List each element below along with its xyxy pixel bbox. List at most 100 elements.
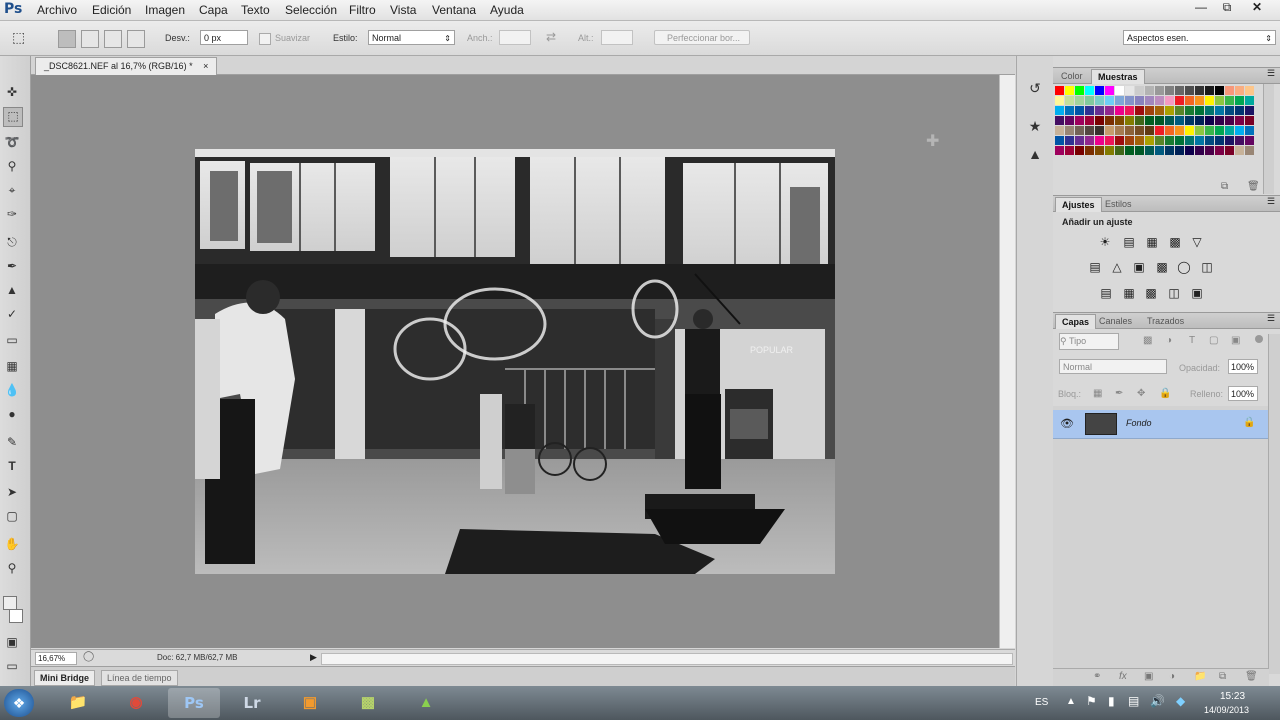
foreground-color-swatch[interactable] (9, 609, 23, 623)
vibrance-icon[interactable]: ▤ (1086, 259, 1104, 275)
vertical-scrollbar[interactable] (999, 75, 1015, 648)
add-mask-icon[interactable]: ▣ (1144, 671, 1153, 682)
app2-taskbar-icon[interactable]: ▲ (400, 688, 452, 718)
crop-tool-icon[interactable]: ⌖ (3, 181, 21, 199)
close-tab-icon[interactable]: × (203, 61, 208, 71)
menu-filtro[interactable]: Filtro (349, 3, 376, 17)
security-icon[interactable]: ◆ (1176, 694, 1185, 708)
language-indicator[interactable]: ES (1035, 697, 1048, 708)
menu-archivo[interactable]: Archivo (37, 3, 77, 17)
new-swatch-icon[interactable]: ⧉ (1221, 181, 1228, 192)
gradient-tool-icon[interactable]: ▦ (3, 357, 21, 375)
screen-mode-icon[interactable]: ▭ (3, 657, 21, 675)
eye-visibility-icon[interactable]: 👁 (1060, 417, 1074, 430)
fill-input[interactable]: 100% (1228, 386, 1258, 401)
tab-color[interactable]: Color (1055, 69, 1089, 83)
background-color-swatch[interactable] (3, 596, 17, 610)
eraser-icon[interactable]: ▭ (3, 331, 21, 349)
layer-name[interactable]: Fondo (1126, 418, 1152, 428)
lock-pixels-icon[interactable]: ✒ (1115, 388, 1123, 399)
document-tab[interactable]: _DSC8621.NEF al 16,7% (RGB/16) * × (35, 57, 218, 75)
channel-mixer-icon[interactable]: ◫ (1198, 259, 1216, 275)
intersect-selection-icon[interactable] (127, 30, 145, 48)
tab-styles[interactable]: Estilos (1099, 197, 1138, 211)
lock-transparent-icon[interactable]: ▦ (1093, 388, 1102, 399)
levels-icon[interactable]: ▤ (1120, 234, 1138, 250)
delete-layer-icon[interactable]: 🗑 (1245, 671, 1258, 682)
start-button-icon[interactable]: ❖ (4, 689, 34, 717)
lock-all-icon[interactable]: 🔒 (1159, 388, 1171, 399)
new-selection-icon[interactable] (58, 30, 76, 48)
path-selection-icon[interactable]: ➤ (3, 483, 21, 501)
swatches-grid[interactable] (1053, 84, 1269, 170)
filter-smart-object-icon[interactable]: ▣ (1231, 335, 1240, 346)
threshold-icon[interactable]: ▩ (1142, 285, 1160, 301)
hue-saturation-icon[interactable]: △ (1108, 259, 1126, 275)
tab-layers[interactable]: Capas (1055, 314, 1097, 329)
menu-edicion[interactable]: Edición (92, 3, 131, 17)
gradient-map-icon[interactable]: ▽ (1188, 234, 1206, 250)
close-icon[interactable]: ✕ (1244, 0, 1270, 16)
status-arrow-icon[interactable]: ▶ (310, 652, 317, 663)
tab-adjustments[interactable]: Ajustes (1055, 197, 1102, 212)
tab-mini-bridge[interactable]: Mini Bridge (34, 670, 95, 686)
height-input[interactable] (601, 30, 633, 45)
width-input[interactable] (499, 30, 531, 45)
menu-texto[interactable]: Texto (241, 3, 270, 17)
photoshop-taskbar-icon[interactable]: Ps (168, 688, 220, 718)
lightroom-taskbar-icon[interactable]: Lr (226, 688, 278, 718)
new-group-icon[interactable]: 📁 (1194, 671, 1206, 682)
volume-icon[interactable]: 🔊 (1150, 694, 1165, 708)
history-panel-icon[interactable]: ↺ (1025, 78, 1045, 98)
rectangle-tool-icon[interactable]: ▢ (3, 507, 21, 525)
filter-shape-icon[interactable]: ▢ (1209, 335, 1218, 346)
tab-paths[interactable]: Trazados (1141, 314, 1190, 328)
healing-brush-icon[interactable]: ⎋ (3, 233, 21, 251)
marquee-tool-icon[interactable]: ⬚ (3, 107, 23, 127)
filter-adjustment-icon[interactable]: ◑ (1166, 335, 1172, 346)
refine-edge-button[interactable]: Perfeccionar bor... (654, 30, 750, 45)
pen-tool-icon[interactable]: ✎ (3, 433, 21, 451)
gradient-map-icon[interactable]: ▣ (1188, 285, 1206, 301)
clock-time[interactable]: 15:23 (1220, 691, 1245, 702)
clock-date[interactable]: 14/09/2013 (1204, 705, 1249, 715)
notes-taskbar-icon[interactable]: ▩ (342, 688, 394, 718)
menu-ayuda[interactable]: Ayuda (490, 3, 524, 17)
fx-icon[interactable]: fx (1119, 671, 1127, 682)
layer-filter-select[interactable]: ⚲ Tipo (1059, 333, 1119, 350)
new-layer-icon[interactable]: ⧉ (1219, 671, 1226, 682)
adjustment-layer-icon[interactable]: ◑ (1169, 671, 1175, 682)
brush-tool-icon[interactable]: ✒ (3, 257, 21, 275)
subtract-selection-icon[interactable] (104, 30, 122, 48)
clone-stamp-icon[interactable]: ▲ (3, 281, 21, 299)
add-selection-icon[interactable] (81, 30, 99, 48)
quick-selection-icon[interactable]: ⚲ (3, 157, 21, 175)
link-layers-icon[interactable]: ⚭ (1093, 671, 1101, 682)
tray-arrow-icon[interactable]: ▲ (1066, 696, 1076, 707)
minimize-icon[interactable]: — (1188, 0, 1214, 16)
tab-channels[interactable]: Canales (1093, 314, 1138, 328)
history-brush-icon[interactable]: ✓ (3, 305, 21, 323)
panel-menu-icon[interactable]: ☰ (1267, 313, 1275, 324)
opacity-input[interactable]: 100% (1228, 359, 1258, 374)
zoom-field[interactable]: 16,67% (35, 652, 77, 665)
tab-swatches[interactable]: Muestras (1091, 69, 1145, 84)
marquee-tool-icon[interactable]: ⬚ (12, 29, 25, 46)
app-taskbar-icon[interactable]: ▣ (284, 688, 336, 718)
invert-icon[interactable]: ▤ (1097, 285, 1115, 301)
brush-presets-icon[interactable]: ★ (1025, 116, 1045, 136)
style-select[interactable]: Normal ⇕ (368, 30, 455, 45)
panel-menu-icon[interactable]: ☰ (1267, 68, 1275, 79)
status-info-icon[interactable]: ◯ (83, 651, 94, 662)
explorer-taskbar-icon[interactable]: 📁 (52, 688, 104, 718)
blur-tool-icon[interactable]: 💧 (3, 381, 21, 399)
document-photo[interactable]: POPULAR (195, 149, 835, 574)
usb-icon[interactable]: ▮ (1108, 694, 1115, 708)
tab-timeline[interactable]: Línea de tiempo (101, 670, 178, 686)
swatches-scrollbar[interactable] (1263, 84, 1274, 194)
layer-row[interactable]: 👁 Fondo 🔒 (1053, 410, 1269, 439)
network-icon[interactable]: ▤ (1128, 694, 1139, 708)
flag-icon[interactable]: ⚑ (1086, 694, 1097, 708)
type-tool-icon[interactable]: T (3, 457, 21, 475)
panel-menu-icon[interactable]: ☰ (1267, 196, 1275, 207)
